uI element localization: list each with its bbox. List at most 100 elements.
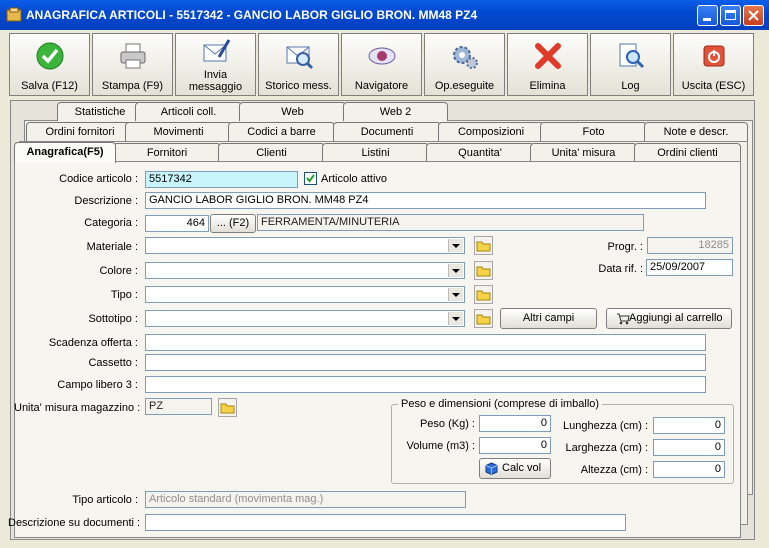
chevron-down-icon bbox=[448, 264, 463, 277]
add-to-cart-button[interactable]: Aggiungi al carrello bbox=[606, 308, 732, 329]
log-search-icon bbox=[619, 43, 645, 69]
date-label: Data rif. : bbox=[598, 263, 643, 275]
tab-web[interactable]: Web bbox=[239, 102, 346, 121]
printer-icon bbox=[120, 43, 146, 69]
volume-input[interactable]: 0 bbox=[479, 437, 551, 454]
tab-clienti[interactable]: Clienti bbox=[218, 143, 325, 162]
other-fields-button[interactable]: Altri campi bbox=[500, 308, 597, 329]
free-field-3-input[interactable] bbox=[145, 376, 706, 393]
code-input[interactable]: 5517342 bbox=[145, 171, 298, 188]
minimize-button[interactable] bbox=[697, 5, 718, 26]
type-folder-button[interactable] bbox=[474, 285, 493, 304]
tab-foto[interactable]: Foto bbox=[540, 122, 647, 141]
color-select[interactable] bbox=[145, 262, 465, 279]
tab-web2[interactable]: Web 2 bbox=[343, 102, 448, 121]
chevron-down-icon bbox=[448, 288, 463, 301]
tab-ordini-fornitori[interactable]: Ordini fornitori bbox=[26, 122, 134, 141]
offer-expiry-input[interactable] bbox=[145, 334, 706, 351]
gears-icon bbox=[453, 46, 478, 69]
checkmark-icon bbox=[36, 42, 64, 70]
tab-composizioni[interactable]: Composizioni bbox=[438, 122, 544, 141]
type-select[interactable] bbox=[145, 286, 465, 303]
tab-articoli-coll[interactable]: Articoli coll. bbox=[135, 102, 242, 121]
navigator-button[interactable]: Navigatore bbox=[341, 33, 422, 96]
tab-ordini-clienti[interactable]: Ordini clienti bbox=[634, 143, 741, 162]
tab-fornitori[interactable]: Fornitori bbox=[113, 143, 221, 162]
cube-icon bbox=[485, 462, 498, 475]
tab-note-descr[interactable]: Note e descr. bbox=[644, 122, 748, 141]
category-code-input[interactable]: 464 bbox=[145, 215, 209, 232]
cart-icon bbox=[617, 313, 630, 325]
power-icon bbox=[703, 45, 725, 67]
toolbar: Salva (F12) Stampa (F9) Invia messaggio S… bbox=[9, 33, 757, 96]
subtype-select[interactable] bbox=[145, 310, 465, 327]
tab-quantita[interactable]: Quantita' bbox=[426, 143, 534, 162]
app-icon bbox=[6, 7, 22, 22]
volume-label: Volume (m3) : bbox=[406, 440, 475, 452]
folder-icon bbox=[476, 290, 491, 301]
exit-button[interactable]: Uscita (ESC) bbox=[673, 33, 754, 96]
navigator-eye-icon bbox=[368, 47, 396, 65]
weight-group-title: Peso e dimensioni (comprese di imballo) bbox=[398, 398, 603, 410]
doc-desc-label: Descrizione su documenti : bbox=[8, 517, 141, 529]
color-label: Colore : bbox=[99, 265, 138, 277]
doc-desc-input[interactable] bbox=[145, 514, 626, 531]
material-label: Materiale : bbox=[86, 241, 138, 253]
tab-anagrafica[interactable]: Anagrafica(F5) bbox=[14, 142, 116, 163]
folder-icon bbox=[476, 314, 491, 325]
article-type-label: Tipo articolo : bbox=[72, 494, 138, 506]
envelope-pen-icon bbox=[203, 39, 231, 62]
prog-field: 18285 bbox=[647, 237, 733, 254]
subtype-folder-button[interactable] bbox=[474, 309, 493, 328]
send-message-button[interactable]: Invia messaggio bbox=[175, 33, 256, 96]
folder-icon bbox=[476, 266, 491, 277]
save-button[interactable]: Salva (F12) bbox=[9, 33, 90, 96]
free-field-3-label: Campo libero 3 : bbox=[57, 379, 138, 391]
tab-statistiche[interactable]: Statistiche bbox=[57, 102, 143, 121]
title-bar[interactable]: ANAGRAFICA ARTICOLI - 5517342 - GANCIO L… bbox=[0, 0, 769, 30]
category-lookup-button[interactable]: ... (F2) bbox=[210, 214, 256, 233]
close-icon bbox=[748, 10, 759, 21]
color-folder-button[interactable] bbox=[474, 261, 493, 280]
tab-unita-misura[interactable]: Unita' misura bbox=[530, 143, 637, 162]
desc-label: Descrizione : bbox=[74, 195, 138, 207]
material-select[interactable] bbox=[145, 237, 465, 254]
drawer-input[interactable] bbox=[145, 354, 706, 371]
category-name-field: FERRAMENTA/MINUTERIA bbox=[257, 214, 644, 231]
log-button[interactable]: Log bbox=[590, 33, 671, 96]
maximize-button[interactable] bbox=[720, 5, 741, 26]
material-folder-button[interactable] bbox=[474, 236, 493, 255]
weight-input[interactable]: 0 bbox=[479, 415, 551, 432]
chevron-down-icon bbox=[448, 312, 463, 325]
calc-volume-button[interactable]: Calc vol bbox=[479, 458, 551, 479]
length-input[interactable]: 0 bbox=[653, 417, 725, 434]
tab-documenti[interactable]: Documenti bbox=[333, 122, 441, 141]
print-button[interactable]: Stampa (F9) bbox=[92, 33, 173, 96]
close-button[interactable] bbox=[743, 5, 764, 26]
description-input[interactable]: GANCIO LABOR GIGLIO BRON. MM48 PZ4 bbox=[145, 192, 706, 209]
prog-label: Progr. : bbox=[607, 241, 643, 253]
operations-done-button[interactable]: Op.eseguite bbox=[424, 33, 505, 96]
height-label: Altezza (cm) : bbox=[580, 464, 648, 476]
category-label: Categoria : bbox=[84, 217, 138, 229]
offer-expiry-label: Scadenza offerta : bbox=[48, 337, 138, 349]
width-input[interactable]: 0 bbox=[653, 439, 725, 456]
uom-folder-button[interactable] bbox=[218, 398, 237, 417]
code-label: Codice articolo : bbox=[59, 173, 138, 185]
active-checkbox[interactable] bbox=[304, 172, 317, 185]
uom-label: Unita' misura magazzino : bbox=[14, 402, 141, 414]
delete-button[interactable]: Elimina bbox=[507, 33, 588, 96]
check-icon bbox=[306, 174, 315, 183]
date-input[interactable]: 25/09/2007 bbox=[646, 259, 733, 276]
type-label: Tipo : bbox=[110, 289, 138, 301]
length-label: Lunghezza (cm) : bbox=[563, 420, 648, 432]
folder-icon bbox=[220, 403, 235, 414]
tab-movimenti[interactable]: Movimenti bbox=[125, 122, 232, 141]
height-input[interactable]: 0 bbox=[653, 461, 725, 478]
tab-codici-a-barre[interactable]: Codici a barre bbox=[228, 122, 335, 141]
chevron-down-icon bbox=[448, 239, 463, 252]
tab-listini[interactable]: Listini bbox=[322, 143, 429, 162]
message-history-button[interactable]: Storico mess. bbox=[258, 33, 339, 96]
weight-label: Peso (Kg) : bbox=[419, 418, 475, 430]
envelope-search-icon bbox=[286, 46, 314, 70]
